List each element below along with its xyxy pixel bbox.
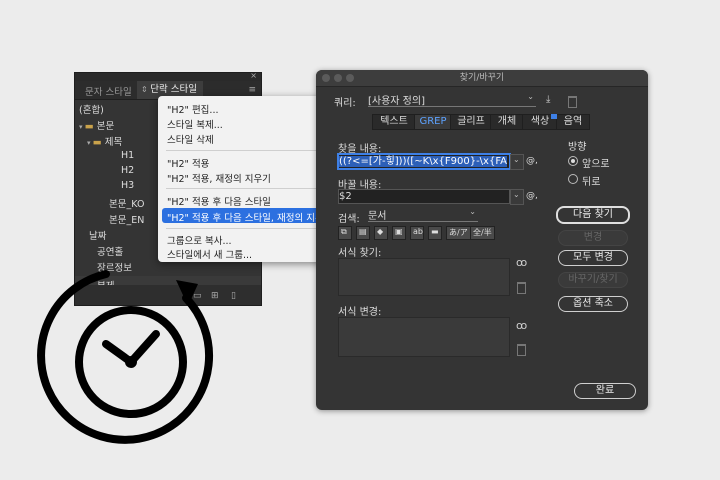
panel-menu-icon[interactable]: ≡ [248, 85, 256, 95]
style-group-heading[interactable]: ▾ ▬ 제목 [87, 134, 122, 148]
menu-separator [166, 150, 316, 151]
direction-forward-radio[interactable] [568, 156, 578, 166]
find-change-dialog: 찾기/바꾸기 쿼리: [사용자 정의] ⌄ ⤓ 텍스트 GREP 글리프 개체 … [316, 70, 648, 410]
menu-item-copy-to-group[interactable]: 그룹으로 복사... [167, 233, 232, 247]
footnotes-icon[interactable]: ab [410, 226, 424, 240]
style-item-body-ko[interactable]: 본문_KO [109, 196, 144, 210]
change-find-button[interactable]: 바꾸기/찾기 [558, 272, 628, 288]
search-label: 검색: [338, 214, 360, 225]
style-item-h3[interactable]: H3 [121, 180, 134, 191]
save-query-icon[interactable]: ⤓ [546, 94, 550, 105]
specify-change-format-icon[interactable]: ꝏ [516, 319, 527, 332]
tab-paragraph-styles-label: 단락 스타일 [150, 84, 197, 95]
change-button[interactable]: 변경 [558, 230, 628, 246]
menu-separator [166, 228, 316, 229]
tab-transliterate[interactable]: 음역 [556, 114, 590, 130]
change-to-input[interactable]: $2 [338, 189, 510, 204]
window-zoom-button[interactable] [346, 74, 354, 82]
style-context-menu: "H2" 편집... 스타일 복제... 스타일 삭제 "H2" 적용 "H2"… [158, 96, 332, 262]
stopwatch-center-dot [125, 356, 137, 368]
menu-item-edit[interactable]: "H2" 편집... [167, 102, 219, 116]
menu-item-delete[interactable]: 스타일 삭제 [167, 132, 214, 146]
tab-character-styles[interactable]: 문자 스타일 [85, 84, 132, 98]
change-to-value: $2 [339, 191, 352, 202]
style-group-body[interactable]: ▾ ▬ 본문 [79, 118, 114, 132]
query-label: 쿼리: [334, 98, 356, 109]
find-what-input[interactable]: ((?<=[가-힣]))([~K\x{F900}-\x{FA [338, 154, 510, 169]
panel-close-icon[interactable]: × [250, 71, 257, 80]
dialog-title: 찾기/바꾸기 [459, 73, 505, 83]
specify-find-format-icon[interactable]: ꝏ [516, 256, 527, 269]
window-minimize-button[interactable] [334, 74, 342, 82]
find-format-box[interactable] [338, 258, 510, 296]
direction-label: 방향 [568, 142, 587, 153]
direction-backward-label: 뒤로 [582, 177, 601, 188]
search-scope-value: 문서 [368, 211, 387, 222]
find-metachar-icon[interactable]: @, [526, 156, 538, 166]
done-button[interactable]: 완료 [574, 383, 636, 399]
width-sensitive-icon[interactable]: 全/半 [470, 226, 495, 240]
menu-item-new-group[interactable]: 스타일에서 새 그룹... [167, 247, 252, 261]
query-dropdown[interactable]: [사용자 정의] ⌄ [368, 92, 536, 107]
change-special-char-dropdown[interactable]: ⌄ [510, 189, 524, 205]
menu-item-apply-next-clear-label: "H2" 적용 후 다음 스타일, 재정의 지우기 [167, 213, 333, 224]
menu-item-apply-clear[interactable]: "H2" 적용, 재정의 지우기 [167, 171, 271, 185]
chevron-down-icon: ⌄ [513, 190, 520, 199]
folder-icon: ▬ [84, 121, 94, 132]
style-group-heading-label: 제목 [104, 137, 123, 148]
tab-glyph[interactable]: 글리프 [450, 114, 492, 130]
delete-query-icon[interactable] [568, 96, 577, 108]
menu-item-apply-next[interactable]: "H2" 적용 후 다음 스타일 [167, 194, 271, 208]
change-all-button[interactable]: 모두 변경 [558, 250, 628, 266]
trash-icon[interactable]: ▯ [231, 291, 236, 301]
chevron-down-icon: ⌄ [513, 155, 520, 164]
tab-text[interactable]: 텍스트 [372, 114, 416, 130]
style-item-hall[interactable]: 공연홀 [97, 244, 123, 258]
style-item-date[interactable]: 날짜 [89, 228, 106, 242]
tab-grep[interactable]: GREP [414, 114, 452, 130]
tab-object[interactable]: 개체 [490, 114, 524, 130]
case-sensitive-icon[interactable]: ▬ [428, 226, 442, 240]
change-format-label: 서식 변경: [338, 307, 382, 318]
change-format-box[interactable] [338, 317, 510, 357]
hidden-layers-icon[interactable]: ◆ [374, 226, 388, 240]
style-item-h1[interactable]: H1 [121, 150, 134, 161]
panel-title-bar[interactable]: × [75, 71, 261, 81]
tab-drag-icon: ⇕ [141, 85, 151, 94]
find-next-button[interactable]: 다음 찾기 [556, 206, 630, 224]
find-what-label: 찾을 내용: [338, 144, 382, 155]
clear-change-format-icon[interactable] [517, 344, 526, 356]
menu-separator [166, 188, 316, 189]
dialog-title-bar[interactable]: 찾기/바꾸기 [316, 70, 648, 87]
find-format-label: 서식 찾기: [338, 248, 382, 259]
lock-layers-icon[interactable]: ⧉ [338, 226, 352, 240]
lock-stories-icon[interactable]: ▤ [356, 226, 370, 240]
change-metachar-icon[interactable]: @, [526, 191, 538, 201]
find-what-value: ((?<=[가-힣]))([~K\x{F900}-\x{FA [339, 156, 508, 167]
fewer-options-button[interactable]: 옵션 축소 [558, 296, 628, 312]
menu-item-apply[interactable]: "H2" 적용 [167, 156, 209, 170]
style-item-h2[interactable]: H2 [121, 165, 134, 176]
folder-icon: ▬ [92, 137, 102, 148]
search-scope-dropdown[interactable]: 문서 ⌄ [368, 207, 478, 222]
style-item-mixed[interactable]: (혼합) [79, 102, 104, 116]
menu-item-apply-next-clear[interactable]: "H2" 적용 후 다음 스타일, 재정의 지우기 [162, 208, 332, 224]
window-close-button[interactable] [322, 74, 330, 82]
menu-item-duplicate[interactable]: 스타일 복제... [167, 117, 223, 131]
style-item-body-en[interactable]: 본문_EN [109, 212, 144, 226]
style-group-body-label: 본문 [96, 121, 115, 132]
kana-sensitive-icon[interactable]: あ/ア [446, 226, 471, 240]
master-pages-icon[interactable]: ▣ [392, 226, 406, 240]
direction-forward-label: 앞으로 [582, 159, 610, 170]
chevron-down-icon: ⌄ [469, 207, 476, 216]
clear-find-format-icon[interactable] [517, 282, 526, 294]
find-special-char-dropdown[interactable]: ⌄ [510, 154, 524, 170]
tab-badge [551, 114, 557, 119]
stopwatch-icon [37, 270, 214, 444]
chevron-down-icon: ⌄ [527, 92, 534, 101]
query-value: [사용자 정의] [368, 96, 425, 107]
direction-backward-radio[interactable] [568, 174, 578, 184]
